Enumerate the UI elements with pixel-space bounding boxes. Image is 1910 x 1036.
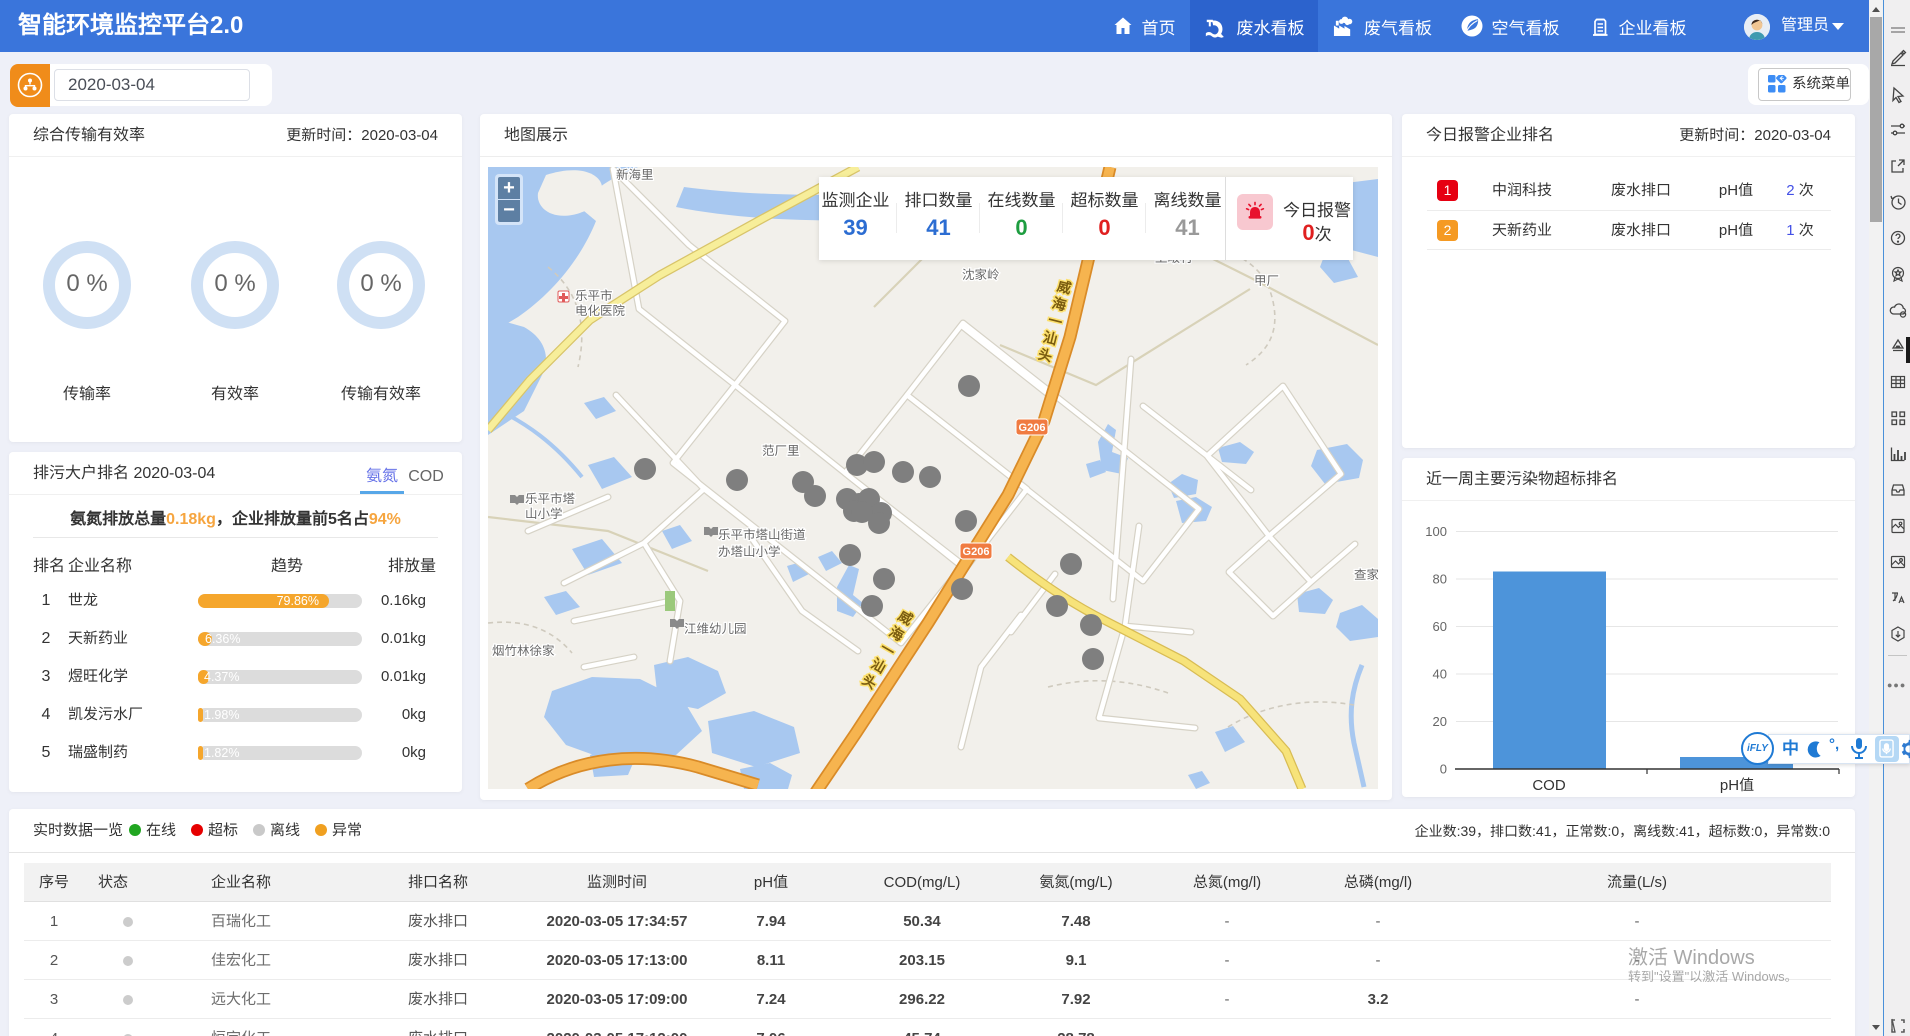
svg-text:100: 100 (1425, 524, 1447, 539)
svg-text:烟竹林徐家: 烟竹林徐家 (492, 640, 555, 659)
svg-text:G206: G206 (1019, 422, 1046, 434)
svg-text:0: 0 (1440, 762, 1447, 777)
svg-text:范厂里: 范厂里 (762, 440, 800, 459)
svg-text:沈家岭: 沈家岭 (962, 264, 1000, 283)
svg-text:新海里: 新海里 (616, 167, 654, 183)
svg-text:办塔山小学: 办塔山小学 (718, 541, 781, 560)
svg-text:电化医院: 电化医院 (575, 300, 626, 319)
svg-text:COD: COD (1532, 777, 1566, 794)
svg-text:甲厂: 甲厂 (1254, 270, 1279, 289)
svg-text:20: 20 (1433, 714, 1447, 729)
svg-text:60: 60 (1433, 619, 1447, 634)
svg-text:pH值: pH值 (1720, 777, 1754, 794)
svg-text:80: 80 (1433, 572, 1447, 587)
svg-text:G206: G206 (963, 546, 990, 558)
svg-text:山小学: 山小学 (525, 503, 563, 522)
svg-text:查家: 查家 (1354, 564, 1378, 583)
svg-text:江维幼儿园: 江维幼儿园 (684, 618, 747, 637)
svg-text:40: 40 (1433, 667, 1447, 682)
